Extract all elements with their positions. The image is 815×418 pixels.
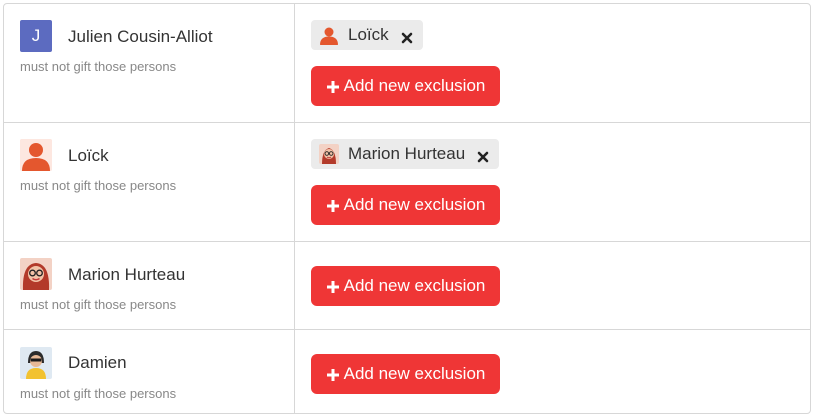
participant-name: Marion Hurteau bbox=[68, 265, 186, 284]
participant-name: Julien Cousin-Alliot bbox=[68, 27, 213, 46]
participant-cell: J Julien Cousin-Alliot must not gift tho… bbox=[4, 4, 295, 122]
add-exclusion-label: Add new exclusion bbox=[343, 195, 486, 214]
exclusions-cell: Loïck Add new exclusion bbox=[295, 4, 810, 122]
user-icon bbox=[20, 139, 52, 171]
exclusions-cell: Add new exclusion bbox=[295, 242, 810, 329]
close-icon[interactable] bbox=[401, 29, 413, 44]
plus-icon bbox=[326, 79, 340, 93]
exclusions-table: J Julien Cousin-Alliot must not gift tho… bbox=[3, 3, 811, 414]
plus-icon bbox=[326, 198, 340, 212]
participant-cell: Marion Hurteau must not gift those perso… bbox=[4, 242, 295, 329]
close-icon[interactable] bbox=[477, 148, 489, 163]
plus-icon bbox=[326, 367, 340, 381]
avatar bbox=[20, 258, 52, 290]
table-row: J Julien Cousin-Alliot must not gift tho… bbox=[4, 4, 810, 123]
table-row: Marion Hurteau must not gift those perso… bbox=[4, 242, 810, 330]
table-row: Loïck must not gift those persons Marion… bbox=[4, 123, 810, 242]
plus-icon bbox=[326, 279, 340, 293]
exclusion-chip-label: Loïck bbox=[348, 25, 389, 44]
add-exclusion-button[interactable]: Add new exclusion bbox=[311, 266, 500, 306]
add-exclusion-button[interactable]: Add new exclusion bbox=[311, 66, 500, 106]
add-exclusion-button[interactable]: Add new exclusion bbox=[311, 354, 500, 394]
table-row: Damien must not gift those persons Add n… bbox=[4, 330, 810, 413]
participant-cell: Loïck must not gift those persons bbox=[4, 123, 295, 241]
participant-hint: must not gift those persons bbox=[20, 59, 177, 74]
participant-hint: must not gift those persons bbox=[20, 178, 177, 193]
add-exclusion-label: Add new exclusion bbox=[343, 276, 486, 295]
add-exclusion-label: Add new exclusion bbox=[343, 364, 486, 383]
exclusion-chip: Loïck bbox=[311, 20, 423, 50]
user-icon bbox=[319, 25, 339, 45]
add-exclusion-button[interactable]: Add new exclusion bbox=[311, 185, 500, 225]
exclusions-cell: Marion Hurteau Add new exclusion bbox=[295, 123, 810, 241]
participant-name: Damien bbox=[68, 353, 127, 372]
participant-hint: must not gift those persons bbox=[20, 297, 177, 312]
exclusion-chip-label: Marion Hurteau bbox=[348, 144, 466, 163]
avatar bbox=[319, 144, 339, 164]
avatar: J bbox=[20, 20, 52, 52]
add-exclusion-label: Add new exclusion bbox=[343, 76, 486, 95]
participant-hint: must not gift those persons bbox=[20, 386, 177, 401]
avatar bbox=[20, 347, 52, 379]
exclusions-cell: Add new exclusion bbox=[295, 330, 810, 413]
participant-name: Loïck bbox=[68, 146, 109, 165]
participant-cell: Damien must not gift those persons bbox=[4, 330, 295, 413]
exclusion-chip: Marion Hurteau bbox=[311, 139, 500, 169]
